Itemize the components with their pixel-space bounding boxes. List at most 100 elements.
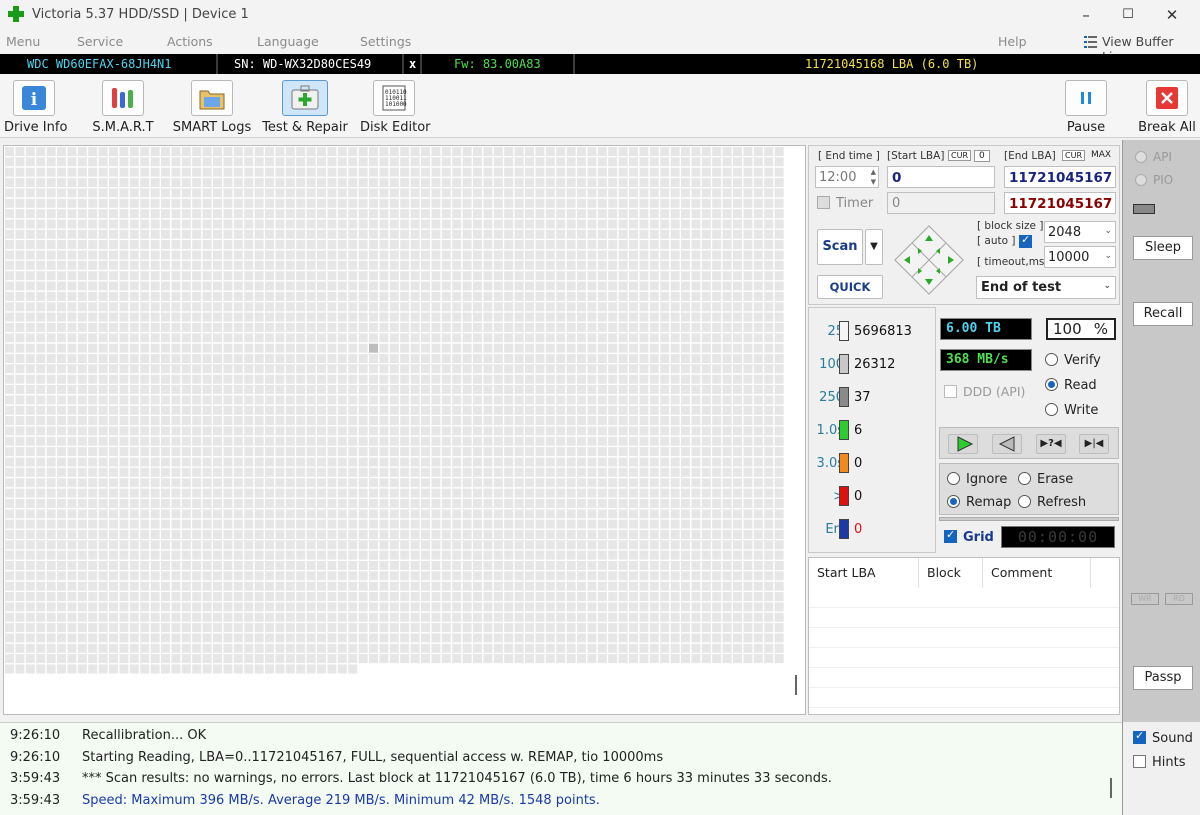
defect-log-table: Start LBA Block Comment bbox=[808, 557, 1120, 715]
smart-button[interactable]: S.M.A.R.T bbox=[88, 80, 158, 135]
scan-settings-panel: [ End time ] [Start LBA] CUR 0 [End LBA]… bbox=[808, 145, 1120, 305]
title-bar: Victoria 5.37 HDD/SSD | Device 1 – ☐ ✕ bbox=[0, 0, 1200, 30]
app-icon bbox=[8, 6, 24, 22]
verify-radio[interactable]: Verify bbox=[1045, 353, 1101, 368]
rewind-button[interactable] bbox=[992, 434, 1022, 454]
radio-icon bbox=[1045, 353, 1058, 366]
remap-radio[interactable]: Remap bbox=[947, 495, 1011, 510]
play-button[interactable] bbox=[948, 434, 978, 454]
grid-checkbox[interactable]: Grid bbox=[944, 528, 994, 545]
passp-button[interactable]: Passp bbox=[1133, 666, 1193, 690]
close-drive-x[interactable]: x bbox=[409, 56, 416, 72]
end-lba-field-2[interactable]: 11721045167 bbox=[1004, 192, 1116, 214]
column-header-start-lba[interactable]: Start LBA bbox=[809, 558, 919, 588]
end-time-field[interactable]: 12:00 ▲ ▼ bbox=[815, 166, 879, 188]
read-indicator: RD bbox=[1165, 593, 1193, 605]
log-timestamp: 3:59:43 bbox=[10, 771, 61, 786]
pio-radio[interactable]: PIO bbox=[1135, 173, 1173, 187]
ignore-radio[interactable]: Ignore bbox=[947, 472, 1007, 487]
menu-actions[interactable]: Actions bbox=[167, 34, 213, 49]
end-cur-button[interactable]: CUR bbox=[1062, 150, 1085, 161]
scrollbar-thumb[interactable] bbox=[795, 675, 797, 695]
recall-button[interactable]: Recall bbox=[1133, 302, 1193, 326]
menu-service[interactable]: Service bbox=[77, 34, 123, 49]
column-header-block[interactable]: Block bbox=[919, 558, 983, 588]
stat-count: 5696813 bbox=[854, 324, 912, 339]
direction-pad[interactable] bbox=[891, 222, 967, 298]
refresh-radio[interactable]: Refresh bbox=[1018, 495, 1086, 510]
break-all-button[interactable]: Break All bbox=[1138, 80, 1196, 135]
separator bbox=[573, 54, 575, 74]
spinner-icon[interactable]: ▲ ▼ bbox=[871, 167, 876, 187]
grid-check-icon bbox=[944, 528, 957, 543]
stat-count: 0 bbox=[854, 489, 863, 504]
start-cur-button[interactable]: CUR bbox=[948, 150, 971, 161]
end-time-label: [ End time ] bbox=[818, 150, 880, 162]
playback-controls: ▶?◀ ▶|◀ bbox=[939, 427, 1119, 459]
menu-menu[interactable]: Menu bbox=[6, 34, 40, 49]
hints-check-icon bbox=[1133, 755, 1146, 768]
stat-row: 3.0s 0 bbox=[809, 452, 937, 476]
auto-checkbox[interactable] bbox=[1019, 233, 1038, 250]
menu-help[interactable]: Help bbox=[998, 34, 1027, 49]
start-lba-field[interactable]: 0 bbox=[887, 166, 995, 188]
progress-panel: 6.00 TB 100% 368 MB/s Verify Read Write … bbox=[938, 307, 1120, 553]
menu-language[interactable]: Language bbox=[257, 34, 319, 49]
write-radio[interactable]: Write bbox=[1045, 403, 1098, 418]
scan-map bbox=[3, 145, 806, 715]
auto-check-icon bbox=[1019, 233, 1032, 248]
read-radio[interactable]: Read bbox=[1045, 378, 1097, 393]
console-scrollbar-thumb[interactable] bbox=[1110, 778, 1112, 798]
console-log: 9:26:10 Recallibration... OK 9:26:10 Starti… bbox=[0, 722, 1122, 815]
test-repair-button[interactable]: Test & Repair bbox=[262, 80, 348, 135]
log-timestamp: 9:26:10 bbox=[10, 728, 61, 743]
minimize-button[interactable]: – bbox=[1066, 4, 1106, 26]
end-action-select[interactable]: End of test ⌄ bbox=[976, 276, 1116, 299]
skip-unknown-button[interactable]: ▶?◀ bbox=[1036, 434, 1066, 454]
ddd-api-checkbox[interactable]: DDD (API) bbox=[944, 384, 1025, 399]
erase-radio[interactable]: Erase bbox=[1018, 472, 1073, 487]
timer-field[interactable]: 0 bbox=[887, 192, 995, 214]
menu-settings[interactable]: Settings bbox=[360, 34, 411, 49]
timeout-select[interactable]: 10000 ⌄ bbox=[1044, 246, 1116, 268]
hints-checkbox[interactable]: Hints bbox=[1133, 755, 1186, 770]
table-body bbox=[809, 588, 1119, 714]
svg-text:101000: 101000 bbox=[385, 101, 407, 108]
write-indicator: WR bbox=[1131, 593, 1159, 605]
log-timestamp: 9:26:10 bbox=[10, 749, 61, 765]
end-lba-field[interactable]: 11721045167 bbox=[1004, 166, 1116, 188]
block-size-select[interactable]: 2048 ⌄ bbox=[1044, 221, 1116, 243]
drive-info-button[interactable]: i Drive Info bbox=[4, 80, 67, 135]
smart-logs-button[interactable]: SMART Logs bbox=[172, 80, 252, 135]
column-header-comment[interactable]: Comment bbox=[983, 558, 1091, 588]
stat-row: >0 bbox=[809, 485, 937, 509]
scan-dropdown-button[interactable]: ▼ bbox=[865, 229, 883, 265]
stat-color-swatch bbox=[839, 453, 849, 473]
scan-button[interactable]: Scan bbox=[817, 229, 863, 265]
stat-color-swatch bbox=[839, 519, 849, 539]
log-message: Speed: Maximum 396 MB/s. Average 219 MB/… bbox=[82, 792, 600, 808]
pause-button[interactable]: Pause bbox=[1062, 80, 1110, 135]
stop-x-icon bbox=[1146, 80, 1188, 116]
sound-checkbox[interactable]: Sound bbox=[1133, 729, 1193, 746]
block-size-label: [ block size ] bbox=[977, 220, 1044, 232]
separator bbox=[420, 54, 422, 74]
separator bbox=[402, 54, 404, 74]
start-zero-button[interactable]: 0 bbox=[974, 150, 990, 162]
close-button[interactable]: ✕ bbox=[1152, 4, 1192, 26]
drive-capacity: 11721045168 LBA (6.0 TB) bbox=[805, 57, 979, 71]
stat-color-swatch bbox=[839, 486, 849, 506]
radio-icon bbox=[1018, 472, 1031, 485]
quick-button[interactable]: QUICK bbox=[817, 275, 883, 299]
log-message: *** Scan results: no warnings, no errors… bbox=[82, 771, 832, 786]
skip-end-button[interactable]: ▶|◀ bbox=[1079, 434, 1109, 454]
stat-row: 25 5696813 bbox=[809, 320, 937, 344]
log-message: Recallibration... OK bbox=[82, 728, 207, 743]
api-radio[interactable]: API bbox=[1135, 150, 1172, 164]
sleep-button[interactable]: Sleep bbox=[1133, 236, 1193, 260]
timer-checkbox[interactable]: Timer bbox=[817, 196, 873, 211]
maximize-button[interactable]: ☐ bbox=[1108, 4, 1148, 26]
end-lba-label: [End LBA] bbox=[1004, 150, 1056, 162]
end-max-button[interactable]: MAX bbox=[1091, 150, 1111, 160]
disk-editor-button[interactable]: 010110 110011 101000 Disk Editor bbox=[360, 80, 431, 135]
